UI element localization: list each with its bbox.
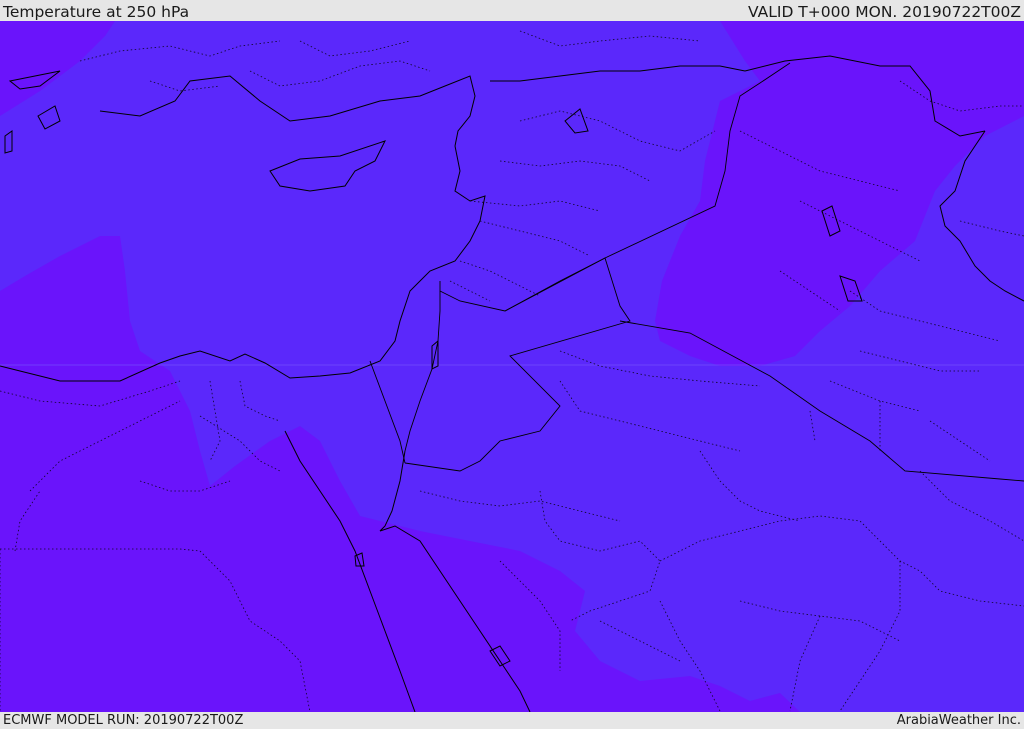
credit-label: ArabiaWeather Inc. bbox=[896, 713, 1021, 728]
footer-bar: ECMWF MODEL RUN: 20190722T00Z ArabiaWeat… bbox=[0, 712, 1024, 729]
model-run-label: ECMWF MODEL RUN: 20190722T00Z bbox=[3, 713, 244, 728]
header-bar: Temperature at 250 hPa VALID T+000 MON. … bbox=[0, 0, 1024, 21]
map-title: Temperature at 250 hPa bbox=[3, 3, 190, 21]
valid-time-label: VALID T+000 MON. 20190722T00Z bbox=[748, 3, 1021, 21]
map-canvas bbox=[0, 21, 1024, 712]
weather-map[interactable] bbox=[0, 21, 1024, 712]
